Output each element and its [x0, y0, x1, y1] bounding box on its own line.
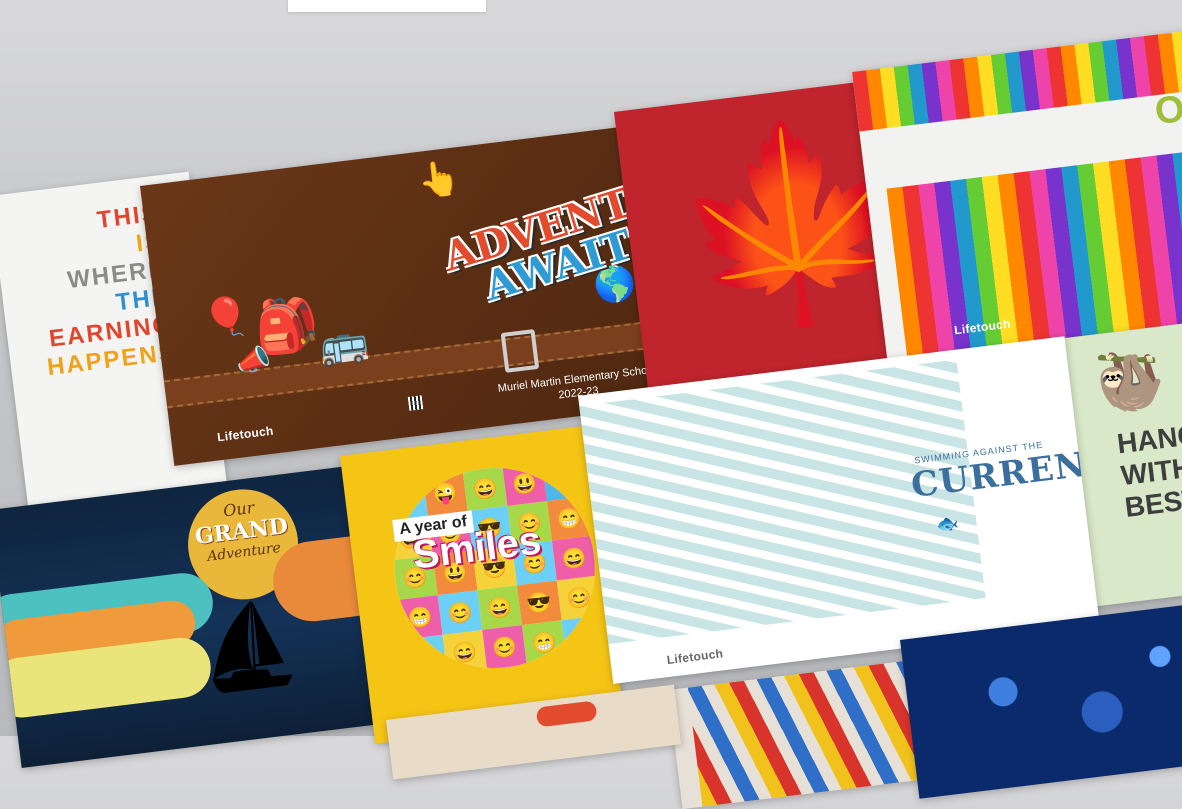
sloth-text-block: HANG WITH BESTI [1115, 419, 1182, 524]
lifetouch-brand-current: Lifetouch [665, 646, 724, 668]
foam-finger-icon: 👆 [415, 158, 462, 201]
crayons-top-row [852, 28, 1182, 132]
top-white-tab [288, 0, 486, 12]
card-crayons[interactable]: OU Lifetouch [852, 28, 1182, 360]
card-paintbrushes[interactable] [668, 659, 931, 809]
ship-icon: ⛵ [193, 595, 304, 697]
crayons-title-partial: OU [1152, 84, 1182, 134]
lifetouch-brand-adventure: Lifetouch [216, 423, 275, 445]
balloons-icon: 🎈 [200, 294, 253, 343]
sloth-icon: 🦥 [1092, 345, 1169, 417]
crayons-bottom-row [886, 147, 1182, 358]
qr-code-icon [407, 395, 424, 411]
school-bus-icon: 🚌 [316, 319, 372, 370]
card-grand-adventure[interactable]: Our GRAND Adventure ⛵ [0, 466, 380, 769]
paintbrushes-image [687, 660, 921, 807]
bottom-partial-accent [535, 700, 598, 728]
belt-buckle [500, 329, 540, 373]
goldfish-icon: 🐟 [935, 512, 960, 536]
whistle-icon: 📣 [234, 342, 273, 378]
